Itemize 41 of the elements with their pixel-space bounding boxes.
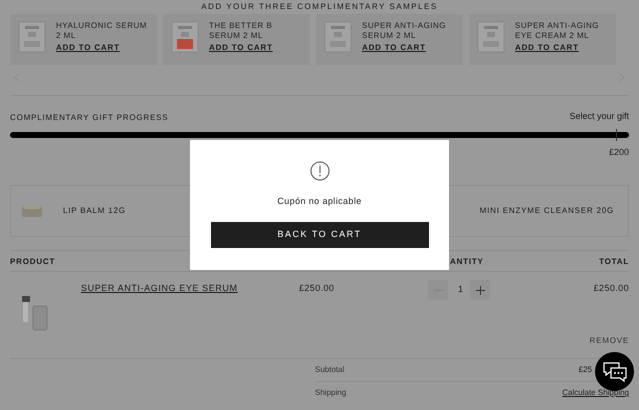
product-pack-icon	[475, 21, 507, 53]
summary-label: Subtotal	[315, 364, 344, 376]
dialog-message: Cupón no aplicable	[277, 195, 362, 208]
gift-progress-title: COMPLIMENTARY GIFT PROGRESS	[10, 112, 168, 124]
product-pack-icon	[322, 21, 354, 53]
column-header: PRODUCT	[10, 256, 56, 268]
threshold-marker	[616, 128, 617, 140]
product-price: £250.00	[299, 282, 334, 295]
product-pack-icon	[169, 21, 201, 53]
samples-heading: ADD YOUR THREE COMPLIMENTARY SAMPLES	[201, 1, 438, 13]
quantity-value: 1	[458, 283, 460, 296]
calculate-shipping-link[interactable]: Calculate Shipping	[562, 387, 629, 399]
summary-value: £25	[578, 364, 592, 376]
sample-name: SUPER ANTI-AGING EYE CREAM 2 ML	[515, 21, 600, 41]
select-gift-hint: Select your gift	[569, 110, 629, 123]
increase-button[interactable]	[470, 280, 490, 300]
chat-button[interactable]	[595, 352, 634, 391]
line-total: £250.00	[594, 282, 629, 295]
add-to-cart-link[interactable]: ADD TO CART	[362, 43, 426, 53]
lip-balm-icon	[21, 204, 43, 218]
add-to-cart-link[interactable]: ADD TO CART	[56, 43, 120, 53]
column-header: ANTITY	[450, 256, 484, 268]
add-to-cart-link[interactable]: ADD TO CART	[515, 43, 579, 53]
gift-name: LIP BALM 12G	[63, 205, 126, 217]
product-link[interactable]: SUPER ANTI-AGING EYE SERUM	[81, 282, 238, 296]
sample-name: HYALURONIC SERUM 2 ML	[56, 21, 148, 41]
remove-link[interactable]: REMOVE	[590, 335, 629, 347]
warning-icon	[310, 161, 330, 181]
gift-name: MINI ENZYME CLEANSER 20G	[480, 205, 615, 217]
summary-label: Shipping	[315, 387, 346, 399]
threshold-amount: £200	[608, 146, 629, 158]
decrease-button[interactable]	[428, 280, 448, 300]
product-pack-icon	[16, 21, 48, 53]
sample-name: SUPER ANTI-AGING SERUM 2 ML	[362, 21, 448, 41]
product-bottle-icon	[20, 294, 50, 332]
add-to-cart-link[interactable]: ADD TO CART	[209, 43, 273, 53]
back-to-cart-button[interactable]: BACK TO CART	[210, 222, 428, 248]
chat-bubbles-icon	[600, 360, 628, 384]
plus-icon	[476, 286, 484, 294]
column-header: TOTAL	[599, 256, 629, 268]
sample-name: THE BETTER B SERUM 2 ML	[209, 21, 274, 41]
